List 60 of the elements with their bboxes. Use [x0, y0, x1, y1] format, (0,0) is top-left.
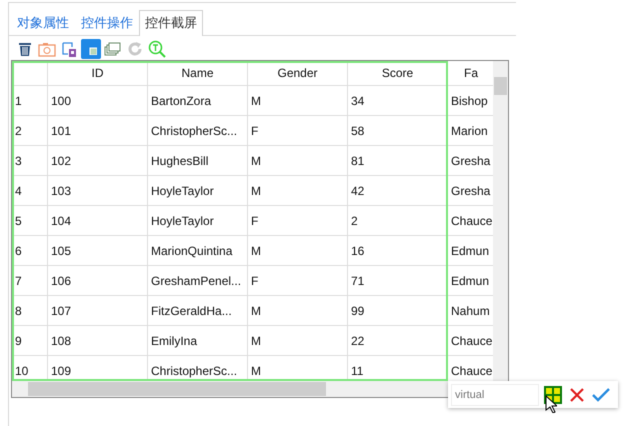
- table-cell: 106: [48, 266, 148, 295]
- table-cell: M: [248, 146, 348, 175]
- table-cell: 58: [348, 116, 448, 145]
- table-cell: 9: [12, 326, 48, 355]
- column-header[interactable]: Name: [148, 61, 248, 85]
- search-icon: [148, 40, 166, 58]
- table-cell: M: [248, 236, 348, 265]
- table-cell: M: [248, 296, 348, 325]
- table-cell: 2: [12, 116, 48, 145]
- trash-icon: [17, 41, 33, 57]
- table-cell: 3: [12, 146, 48, 175]
- table-cell: F: [248, 116, 348, 145]
- table-cell: 42: [348, 176, 448, 205]
- table-cell: F: [248, 206, 348, 235]
- table-cell: GreshamPenel...: [148, 266, 248, 295]
- table-cell: F: [248, 266, 348, 295]
- grid-button[interactable]: [543, 384, 563, 404]
- table-cell: MarionQuintina: [148, 236, 248, 265]
- table-cell: 8: [12, 296, 48, 325]
- table-cell: EmilyIna: [148, 326, 248, 355]
- table-cell: ChristopherSc...: [148, 116, 248, 145]
- vertical-scrollbar[interactable]: [493, 61, 508, 381]
- table-cell: 7: [12, 266, 48, 295]
- table-cell: 108: [48, 326, 148, 355]
- table-cell: 105: [48, 236, 148, 265]
- table-cell: HoyleTaylor: [148, 176, 248, 205]
- table-cell: 34: [348, 86, 448, 115]
- toolbar-button[interactable]: [81, 39, 101, 59]
- table-cell: 16: [348, 236, 448, 265]
- table-cell: M: [248, 86, 348, 115]
- table-cell: HughesBill: [148, 146, 248, 175]
- table-cell: 22: [348, 326, 448, 355]
- windows-icon: [104, 42, 122, 56]
- table-cell: 101: [48, 116, 148, 145]
- image-icon: [61, 40, 77, 58]
- table-cell: HoyleTaylor: [148, 206, 248, 235]
- table-cell: FitzGeraldHa...: [148, 296, 248, 325]
- table-cell: M: [248, 176, 348, 205]
- table-cell: 5: [12, 206, 48, 235]
- column-header[interactable]: ID: [48, 61, 148, 85]
- table-cell: 100: [48, 86, 148, 115]
- camera-icon: [38, 41, 56, 57]
- table-cell: 4: [12, 176, 48, 205]
- table-cell: 103: [48, 176, 148, 205]
- table-cell: 71: [348, 266, 448, 295]
- refresh-icon: [127, 41, 143, 57]
- table-cell: 6: [12, 236, 48, 265]
- table-cell: 1: [12, 86, 48, 115]
- table-cell: M: [248, 326, 348, 355]
- tab[interactable]: 控件截屏: [139, 10, 203, 36]
- table-cell: 81: [348, 146, 448, 175]
- table-cell: 2: [348, 206, 448, 235]
- input-field[interactable]: virtual: [451, 384, 539, 406]
- column-header[interactable]: Score: [348, 61, 448, 85]
- table-cell: 99: [348, 296, 448, 325]
- table-cell: 104: [48, 206, 148, 235]
- table-cell: 107: [48, 296, 148, 325]
- table-cell: 102: [48, 146, 148, 175]
- column-header[interactable]: Gender: [248, 61, 348, 85]
- table-cell: BartonZora: [148, 86, 248, 115]
